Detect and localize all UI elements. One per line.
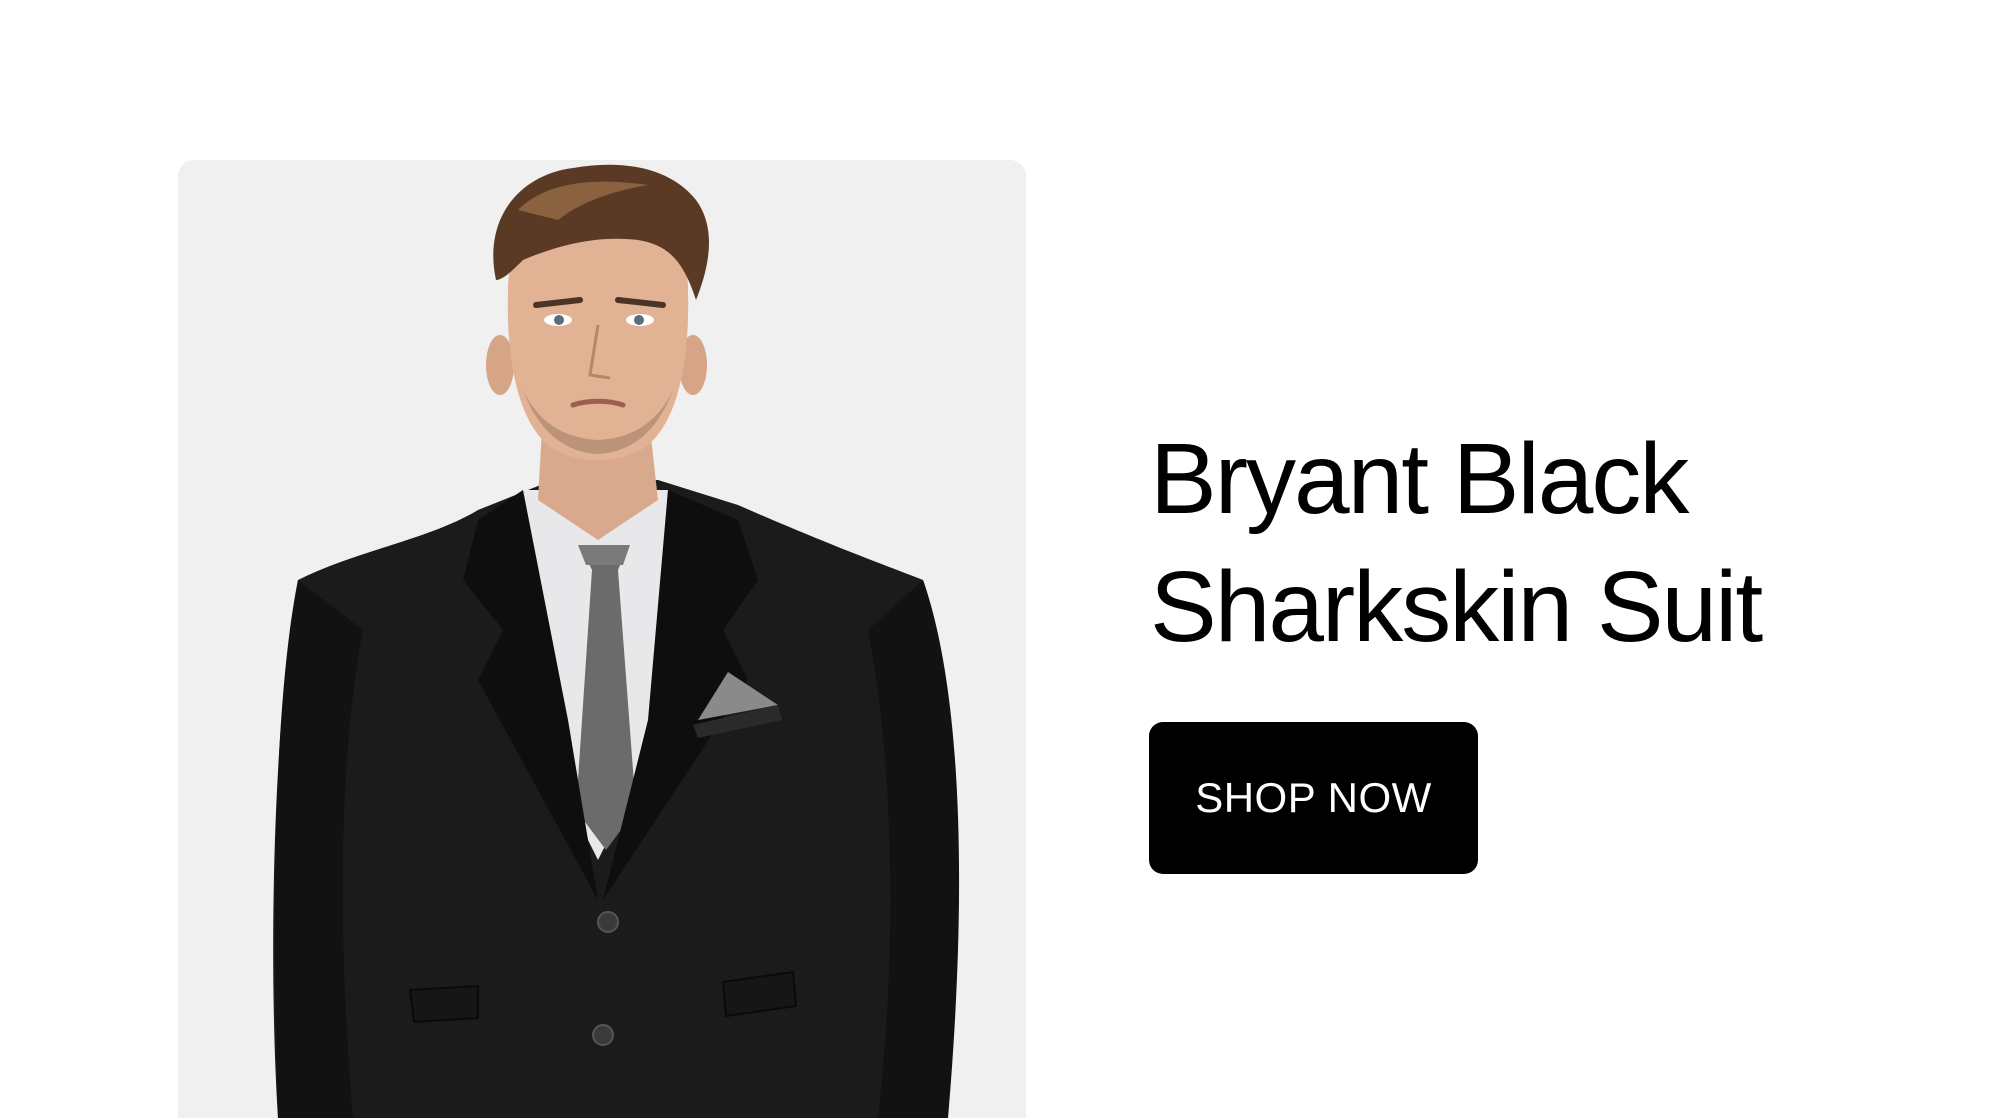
product-image (273, 164, 960, 1118)
product-info: Bryant Black Sharkskin Suit (1150, 415, 1910, 671)
product-promo: Bryant Black Sharkskin Suit SHOP NOW (0, 0, 2000, 1118)
product-title-line-1: Bryant Black (1150, 423, 1689, 535)
shop-now-button[interactable]: SHOP NOW (1149, 722, 1478, 874)
product-title: Bryant Black Sharkskin Suit (1150, 415, 1910, 671)
product-title-line-2: Sharkskin Suit (1150, 551, 1763, 663)
product-image-card[interactable] (178, 160, 1026, 1118)
